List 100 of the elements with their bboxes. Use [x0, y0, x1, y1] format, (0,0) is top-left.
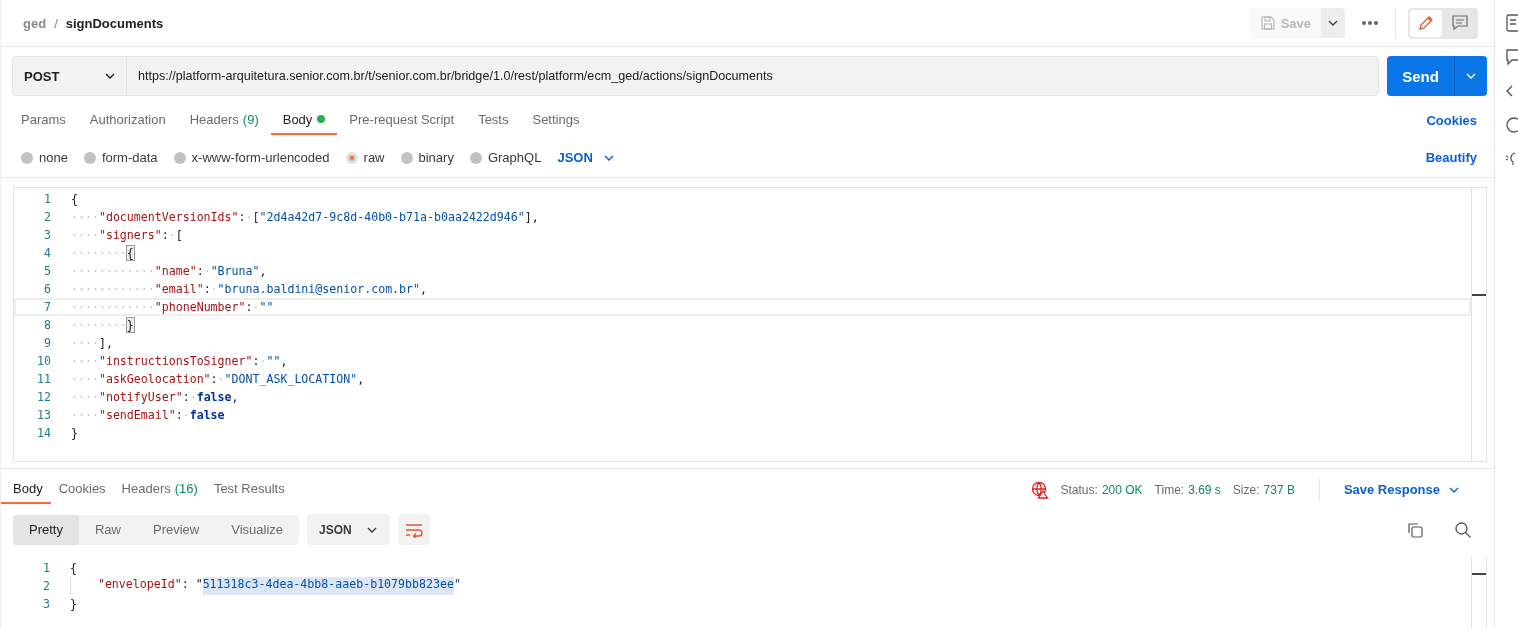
caret-icon[interactable] [1321, 8, 1345, 38]
pencil-mode-button[interactable] [1410, 9, 1442, 37]
tab[interactable]: Settings [520, 105, 592, 135]
json-punctuation: , [357, 372, 365, 386]
whitespace-marker: ············ [71, 264, 155, 278]
json-punctuation: : [196, 264, 204, 278]
format-dropdown[interactable]: JSON [307, 514, 390, 545]
copy-icon[interactable] [1406, 520, 1424, 539]
comment-icon [1451, 14, 1469, 32]
tab[interactable]: Authorization [77, 105, 178, 135]
json-key: "email" [154, 282, 204, 296]
whitespace-marker: · [259, 354, 267, 368]
tab[interactable]: Pre-request Script [337, 105, 467, 135]
line-number: 2 [43, 210, 51, 224]
line-number: 8 [43, 318, 51, 332]
tab[interactable]: Cookies [50, 475, 114, 504]
save-response-button[interactable]: Save Response [1343, 482, 1460, 497]
radio-button[interactable] [469, 151, 482, 164]
whitespace-marker: · [182, 408, 190, 422]
whitespace-marker: ········ [71, 318, 127, 332]
radio-button[interactable] [400, 151, 413, 164]
json-key: "instructionsToSigner" [98, 354, 253, 368]
json-string: "" [266, 354, 281, 368]
radio-option[interactable]: GraphQL [469, 150, 542, 165]
json-punctuation: : " [181, 577, 203, 593]
line-number: 3 [42, 597, 50, 611]
json-string: "bruna.baldini@senior.com.br" [217, 282, 421, 296]
json-punctuation: : [182, 390, 190, 404]
more-icon[interactable] [1361, 20, 1379, 26]
cursor-marker [1472, 573, 1486, 575]
radio-option[interactable]: raw [345, 150, 385, 165]
view-mode-tab[interactable]: Visualize [215, 514, 300, 545]
line-number: 4 [43, 246, 51, 260]
tab[interactable]: Tests [466, 105, 521, 135]
whitespace-marker: ···· [71, 354, 99, 368]
json-punctuation: , [259, 264, 267, 278]
json-key: "signers" [98, 228, 162, 242]
search-icon[interactable] [1454, 520, 1472, 539]
cookies-link[interactable]: Cookies [1426, 112, 1477, 128]
wrap-lines-button[interactable] [397, 514, 430, 545]
radio-button[interactable] [83, 151, 96, 164]
line-number: 5 [43, 264, 51, 278]
json-key: "name" [154, 264, 197, 278]
view-mode-tab[interactable]: Raw [78, 514, 137, 545]
radio-label: none [39, 150, 68, 165]
json-punctuation: , [231, 390, 239, 404]
json-punctuation: { [126, 246, 134, 260]
line-number: 2 [42, 579, 50, 593]
breadcrumb-separator: / [54, 15, 58, 31]
json-punctuation: { [70, 561, 77, 575]
stat-label: Size: [1232, 482, 1260, 497]
radio-label: GraphQL [487, 150, 542, 165]
json-punctuation: ], [98, 336, 113, 350]
radio-option[interactable]: form-data [83, 150, 158, 165]
line-number: 11 [36, 372, 51, 386]
stat-value: 737 B [1263, 482, 1295, 497]
json-punctuation: } [126, 318, 134, 332]
breadcrumb-link[interactable]: ged [23, 15, 47, 31]
json-punctuation: : [238, 210, 246, 224]
radio-button[interactable] [173, 151, 186, 164]
json-punctuation: : [210, 372, 218, 386]
line-number: 7 [43, 300, 51, 314]
tab[interactable]: Test Results [205, 475, 293, 504]
json-key: "phoneNumber" [154, 300, 246, 314]
radio-option[interactable]: none [21, 150, 68, 165]
line-number: 1 [43, 192, 51, 206]
pencil-icon [1417, 14, 1435, 32]
tab[interactable]: Headers (16) [113, 475, 206, 504]
whitespace-marker: · [189, 390, 197, 404]
stat-label: Time: [1154, 482, 1185, 497]
document-icon[interactable] [1505, 14, 1518, 32]
stat-value: 3.69 s [1188, 482, 1221, 497]
whitespace-marker: ···· [71, 408, 99, 422]
tab[interactable]: Params [9, 105, 78, 135]
radio-option[interactable]: binary [400, 150, 454, 165]
language-dropdown[interactable]: JSON [557, 150, 615, 165]
beautify-link[interactable]: Beautify [1425, 150, 1477, 165]
json-key: "askGeolocation" [98, 372, 211, 386]
line-number: 14 [36, 426, 51, 440]
radio-button[interactable] [345, 151, 358, 164]
json-punctuation: } [70, 597, 77, 611]
cursor-marker [1472, 294, 1486, 296]
tab[interactable]: Body [1, 475, 51, 504]
json-string: "" [259, 300, 274, 314]
view-mode-tab[interactable]: Preview [137, 514, 216, 545]
stat-value: 200 OK [1101, 482, 1143, 497]
comment-icon[interactable] [1505, 48, 1518, 66]
whitespace-marker: · [210, 282, 218, 296]
radio-button[interactable] [21, 151, 33, 164]
globe-warning-icon [1030, 480, 1049, 499]
tab[interactable]: Headers (9) [177, 105, 271, 135]
whitespace-marker: · [168, 228, 176, 242]
view-mode-tab[interactable]: Pretty [13, 514, 79, 545]
line-number: 3 [43, 228, 51, 242]
request-name: signDocuments [65, 15, 164, 31]
whitespace-marker: · [252, 300, 260, 314]
json-boolean: false [189, 408, 225, 422]
json-string: "2d4a42d7-9c8d-40b0-b71a-b0aa2422d946" [259, 210, 525, 224]
tab[interactable]: Body [270, 105, 338, 135]
json-punctuation: : [161, 228, 169, 242]
